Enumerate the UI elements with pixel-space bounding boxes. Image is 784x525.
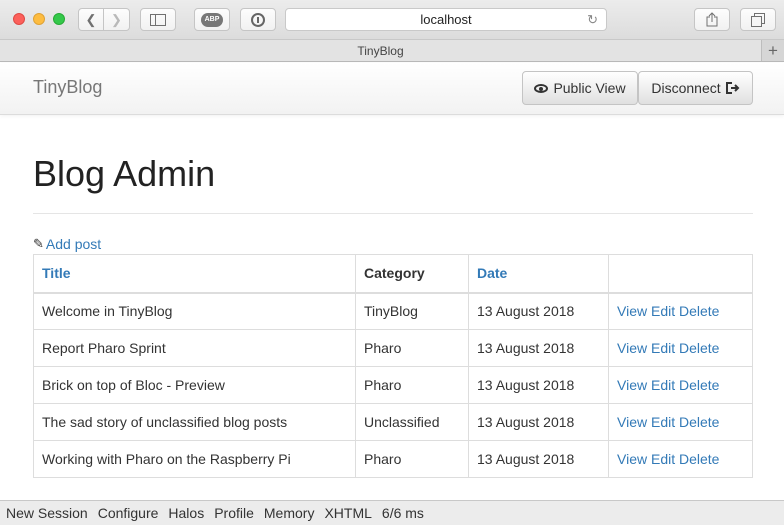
post-title-cell: Working with Pharo on the Raspberry Pi: [33, 440, 356, 478]
column-header-title[interactable]: Title: [33, 254, 356, 294]
tab-title: TinyBlog: [357, 43, 404, 58]
edit-link[interactable]: Edit: [651, 340, 675, 356]
adblock-button[interactable]: ABP: [194, 8, 230, 31]
url-text: localhost: [420, 12, 472, 27]
column-header-actions: [608, 254, 753, 294]
view-link[interactable]: View: [617, 451, 647, 467]
post-category-cell: Pharo: [355, 366, 469, 404]
post-actions-cell: View Edit Delete: [608, 403, 753, 441]
table-row: The sad story of unclassified blog posts…: [33, 403, 753, 441]
plus-icon[interactable]: +: [762, 40, 784, 61]
sidebar-button[interactable]: [140, 8, 176, 31]
new-session-link[interactable]: New Session: [6, 505, 88, 521]
back-button[interactable]: ❮: [78, 8, 104, 31]
profile-link[interactable]: Profile: [214, 505, 254, 521]
sort-title-link[interactable]: Title: [42, 265, 71, 281]
add-post-label: Add post: [45, 236, 102, 252]
delete-link[interactable]: Delete: [679, 303, 719, 319]
delete-link[interactable]: Delete: [679, 451, 719, 467]
edit-link[interactable]: Edit: [651, 303, 675, 319]
delete-link[interactable]: Delete: [679, 377, 719, 393]
disconnect-button[interactable]: Disconnect: [638, 71, 753, 105]
view-link[interactable]: View: [617, 414, 647, 430]
site-navbar: TinyBlog Public View Disconnect: [0, 63, 784, 115]
public-view-button[interactable]: Public View: [522, 71, 638, 105]
posts-table: Title Category Date Welcome in TinyBlog …: [33, 254, 753, 478]
tab-tinyblog[interactable]: TinyBlog: [0, 40, 762, 61]
post-actions-cell: View Edit Delete: [608, 440, 753, 478]
share-button[interactable]: [694, 8, 730, 31]
table-row: Welcome in TinyBlog TinyBlog 13 August 2…: [33, 292, 753, 330]
post-category-cell: TinyBlog: [355, 292, 469, 330]
view-link[interactable]: View: [617, 340, 647, 356]
browser-titlebar: ❮ ❯ ABP localhost ↻: [0, 0, 784, 40]
adblock-icon: ABP: [201, 12, 223, 27]
post-actions-cell: View Edit Delete: [608, 329, 753, 367]
privacy-icon: [251, 12, 265, 27]
minimize-window-button[interactable]: [33, 13, 45, 25]
post-title-cell: The sad story of unclassified blog posts: [33, 403, 356, 441]
site-brand[interactable]: TinyBlog: [33, 77, 102, 98]
post-date-cell: 13 August 2018: [468, 292, 609, 330]
pencil-icon: ✎: [33, 236, 44, 251]
view-link[interactable]: View: [617, 377, 647, 393]
table-row: Brick on top of Bloc - Preview Pharo 13 …: [33, 366, 753, 404]
share-icon: [706, 12, 718, 27]
post-category-cell: Pharo: [355, 329, 469, 367]
address-bar[interactable]: localhost ↻: [285, 8, 607, 31]
tabs-overview-button[interactable]: [740, 8, 776, 31]
post-title-cell: Report Pharo Sprint: [33, 329, 356, 367]
post-category-cell: Pharo: [355, 440, 469, 478]
divider: [33, 213, 753, 214]
post-title-cell: Welcome in TinyBlog: [33, 292, 356, 330]
page-title: Blog Admin: [33, 153, 216, 194]
delete-link[interactable]: Delete: [679, 340, 719, 356]
history-nav-group: ❮ ❯: [78, 8, 130, 31]
chevron-left-icon: ❮: [85, 11, 97, 27]
post-category-cell: Unclassified: [355, 403, 469, 441]
disconnect-label: Disconnect: [651, 80, 721, 96]
post-date-cell: 13 August 2018: [468, 403, 609, 441]
chevron-right-icon: ❯: [111, 11, 122, 27]
post-actions-cell: View Edit Delete: [608, 366, 753, 404]
xhtml-link[interactable]: XHTML: [324, 505, 371, 521]
delete-link[interactable]: Delete: [679, 414, 719, 430]
table-row: Report Pharo Sprint Pharo 13 August 2018…: [33, 329, 753, 367]
privacy-button[interactable]: [240, 8, 276, 31]
public-view-label: Public View: [553, 80, 626, 96]
add-post-link[interactable]: ✎ Add post: [33, 236, 101, 252]
edit-link[interactable]: Edit: [651, 414, 675, 430]
memory-link[interactable]: Memory: [264, 505, 315, 521]
column-header-category: Category: [355, 254, 469, 294]
edit-link[interactable]: Edit: [651, 377, 675, 393]
halos-link[interactable]: Halos: [168, 505, 204, 521]
edit-link[interactable]: Edit: [651, 451, 675, 467]
post-date-cell: 13 August 2018: [468, 440, 609, 478]
tab-bar: TinyBlog +: [0, 40, 784, 62]
close-window-button[interactable]: [13, 13, 25, 25]
dev-toolbar: New Session Configure Halos Profile Memo…: [0, 500, 784, 525]
view-link[interactable]: View: [617, 303, 647, 319]
post-actions-cell: View Edit Delete: [608, 292, 753, 330]
table-header-row: Title Category Date: [33, 254, 753, 294]
post-date-cell: 13 August 2018: [468, 366, 609, 404]
table-row: Working with Pharo on the Raspberry Pi P…: [33, 440, 753, 478]
tabs-icon: [751, 12, 765, 27]
zoom-window-button[interactable]: [53, 13, 65, 25]
sidebar-icon: [150, 13, 166, 26]
reload-icon[interactable]: ↻: [587, 12, 598, 28]
render-time: 6/6 ms: [381, 505, 424, 521]
forward-button[interactable]: ❯: [104, 8, 130, 31]
post-title-cell: Brick on top of Bloc - Preview: [33, 366, 356, 404]
sort-date-link[interactable]: Date: [477, 265, 507, 281]
logout-icon: [725, 82, 740, 94]
post-date-cell: 13 August 2018: [468, 329, 609, 367]
eye-icon: [534, 83, 549, 93]
configure-link[interactable]: Configure: [98, 505, 159, 521]
column-header-date[interactable]: Date: [468, 254, 609, 294]
